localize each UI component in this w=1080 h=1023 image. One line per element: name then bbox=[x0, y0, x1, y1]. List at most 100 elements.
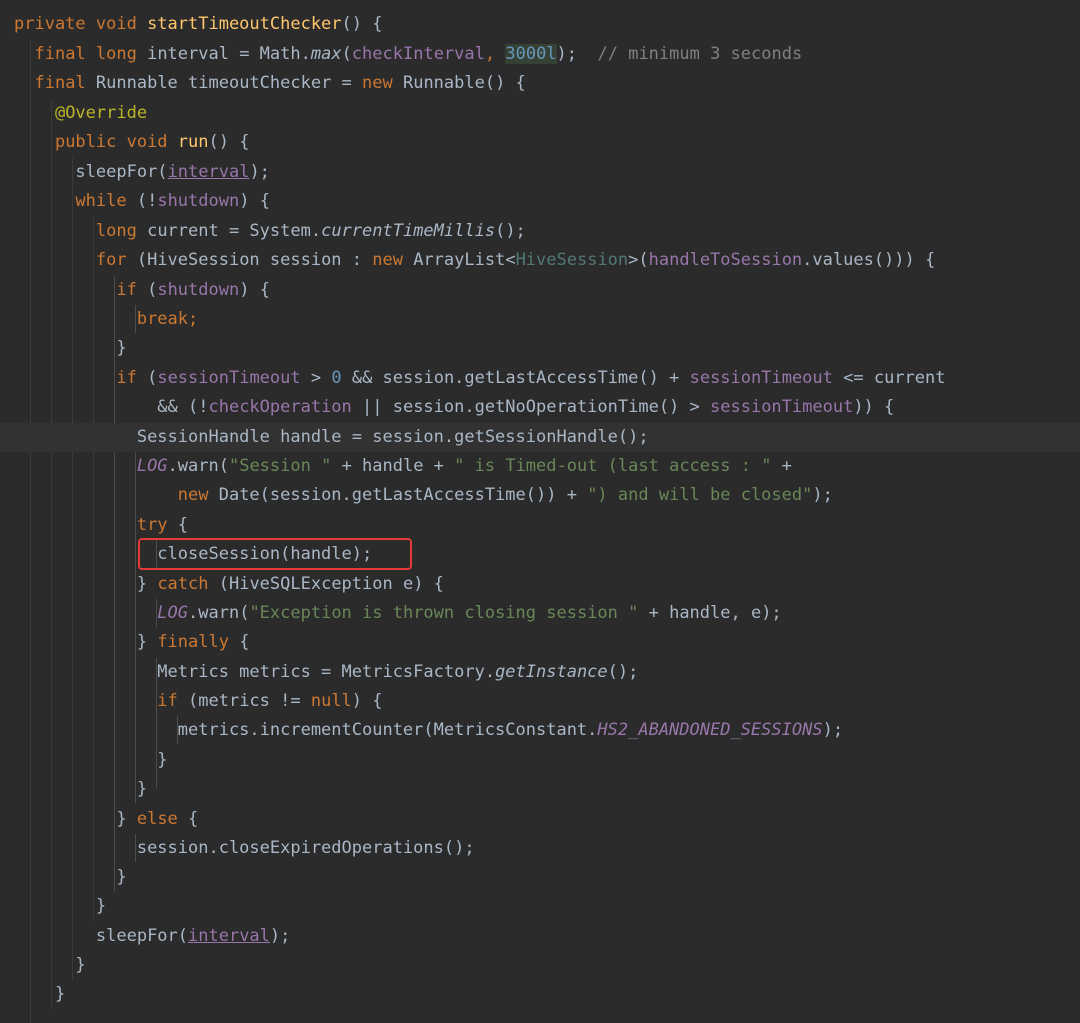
code-token: metrics.incrementCounter(MetricsConstant… bbox=[177, 720, 598, 740]
code-token: (HiveSession session : bbox=[136, 250, 373, 270]
code-token: getInstance bbox=[495, 662, 608, 682]
code-token: interval = Math. bbox=[147, 44, 311, 64]
code-token: final bbox=[34, 73, 96, 93]
code-token: 0 bbox=[331, 368, 342, 388]
code-token: } bbox=[157, 750, 168, 770]
code-string: "Session " bbox=[228, 456, 332, 476]
code-token: checkOperation bbox=[208, 397, 352, 417]
code-token: ( bbox=[341, 44, 352, 64]
code-line[interactable]: } bbox=[14, 746, 1080, 775]
code-token: } bbox=[54, 984, 66, 1004]
code-token: LOG bbox=[157, 603, 189, 623]
code-token: handleToSession bbox=[648, 250, 803, 270]
code-token: ) { bbox=[239, 191, 270, 211]
code-line[interactable]: try { bbox=[14, 511, 1080, 540]
code-editor[interactable]: private void startTimeoutChecker() { fin… bbox=[0, 0, 1080, 1023]
code-token: 3000l bbox=[505, 44, 557, 64]
code-token: .values())) { bbox=[802, 250, 936, 270]
code-token: long bbox=[95, 221, 148, 241]
code-token: while bbox=[75, 191, 137, 211]
code-token: Date(session.getLastAccessTime()) + bbox=[218, 485, 588, 505]
code-line[interactable]: private void startTimeoutChecker() { bbox=[14, 10, 1080, 39]
code-line[interactable]: for (HiveSession session : new ArrayList… bbox=[14, 246, 1080, 275]
code-token: } bbox=[116, 338, 127, 358]
code-string: ") and will be closed" bbox=[587, 485, 813, 505]
code-line[interactable]: } catch (HiveSQLException e) { bbox=[14, 570, 1080, 599]
code-line[interactable]: new Date(session.getLastAccessTime()) + … bbox=[14, 481, 1080, 510]
code-line[interactable]: @Override bbox=[14, 99, 1080, 128]
code-line[interactable]: if (metrics != null) { bbox=[14, 687, 1080, 716]
code-token: () { bbox=[341, 14, 383, 34]
code-line[interactable]: long current = System.currentTimeMillis(… bbox=[14, 217, 1080, 246]
code-token: checkInterval bbox=[351, 44, 485, 64]
code-line[interactable]: } bbox=[14, 334, 1080, 363]
code-token: ); bbox=[812, 485, 833, 505]
code-token: sessionTimeout bbox=[710, 397, 854, 417]
code-line[interactable]: sleepFor(interval); bbox=[14, 922, 1080, 951]
code-token: + handle, e); bbox=[638, 603, 782, 623]
code-line[interactable]: && (!checkOperation || session.getNoOper… bbox=[14, 393, 1080, 422]
current-code-line[interactable]: SessionHandle handle = session.getSessio… bbox=[0, 423, 1080, 452]
code-line[interactable]: Metrics metrics = MetricsFactory.getInst… bbox=[14, 658, 1080, 687]
code-line[interactable]: LOG.warn("Exception is thrown closing se… bbox=[14, 599, 1080, 628]
code-token: break; bbox=[136, 309, 199, 329]
code-token: } bbox=[75, 955, 86, 975]
code-token: sleepFor( bbox=[95, 926, 189, 946]
code-line[interactable]: sleepFor(interval); bbox=[14, 158, 1080, 187]
code-token: startTimeoutChecker bbox=[147, 14, 342, 34]
code-token: null bbox=[310, 691, 352, 711]
code-token: try bbox=[136, 515, 178, 535]
code-token: current = System. bbox=[147, 221, 322, 241]
code-token: else bbox=[136, 809, 189, 829]
code-token: shutdown bbox=[157, 191, 240, 211]
code-token: ( bbox=[147, 368, 158, 388]
code-token: { bbox=[239, 632, 250, 652]
code-token: Runnable timeoutChecker = bbox=[95, 73, 363, 93]
code-token: session.closeExpiredOperations(); bbox=[136, 838, 475, 858]
code-token: LOG bbox=[136, 456, 168, 476]
code-token: , bbox=[484, 44, 506, 64]
code-token: + handle + bbox=[331, 456, 455, 476]
code-line[interactable]: } bbox=[14, 775, 1080, 804]
code-token: .warn( bbox=[167, 456, 229, 476]
code-token: (! bbox=[136, 191, 158, 211]
code-line[interactable]: session.closeExpiredOperations(); bbox=[14, 834, 1080, 863]
code-line[interactable]: final Runnable timeoutChecker = new Runn… bbox=[14, 69, 1080, 98]
code-token: currentTimeMillis bbox=[321, 221, 496, 241]
code-token: Runnable() { bbox=[402, 73, 526, 93]
code-line[interactable]: } bbox=[14, 892, 1080, 921]
code-token: sleepFor( bbox=[75, 162, 168, 182]
code-line-close-session[interactable]: closeSession(handle); bbox=[14, 540, 1080, 569]
code-token: for bbox=[95, 250, 137, 270]
code-token: run bbox=[177, 132, 209, 152]
code-line[interactable]: } else { bbox=[14, 805, 1080, 834]
code-token: > bbox=[300, 368, 332, 388]
code-line[interactable]: } bbox=[14, 980, 1080, 1009]
code-token: <= current bbox=[832, 368, 946, 388]
code-token: >( bbox=[628, 250, 649, 270]
code-line[interactable]: break; bbox=[14, 305, 1080, 334]
code-token: interval bbox=[167, 162, 250, 182]
code-annotation: @Override bbox=[54, 103, 148, 123]
code-line[interactable]: } bbox=[14, 951, 1080, 980]
code-token: ); bbox=[822, 720, 844, 740]
code-token: SessionHandle handle = session.getSessio… bbox=[136, 427, 649, 447]
code-line[interactable]: metrics.incrementCounter(MetricsConstant… bbox=[14, 716, 1080, 745]
code-token: new bbox=[362, 73, 403, 93]
code-token: if bbox=[157, 691, 189, 711]
code-line[interactable]: if (shutdown) { bbox=[14, 276, 1080, 305]
code-token: ( bbox=[147, 280, 158, 300]
code-token: if bbox=[116, 368, 148, 388]
code-line[interactable]: public void run() { bbox=[14, 128, 1080, 157]
code-line[interactable]: } finally { bbox=[14, 628, 1080, 657]
code-token: } bbox=[136, 632, 158, 652]
code-line[interactable]: LOG.warn("Session " + handle + " is Time… bbox=[14, 452, 1080, 481]
code-line[interactable]: if (sessionTimeout > 0 && session.getLas… bbox=[14, 364, 1080, 393]
code-line[interactable]: while (!shutdown) { bbox=[14, 187, 1080, 216]
code-token: && session.getLastAccessTime() + bbox=[341, 368, 690, 388]
code-line[interactable]: final long interval = Math.max(checkInte… bbox=[14, 40, 1080, 69]
code-token: ) { bbox=[351, 691, 383, 711]
code-line[interactable]: } bbox=[14, 863, 1080, 892]
code-token: interval bbox=[188, 926, 270, 946]
code-string: "Exception is thrown closing session " bbox=[249, 603, 639, 623]
